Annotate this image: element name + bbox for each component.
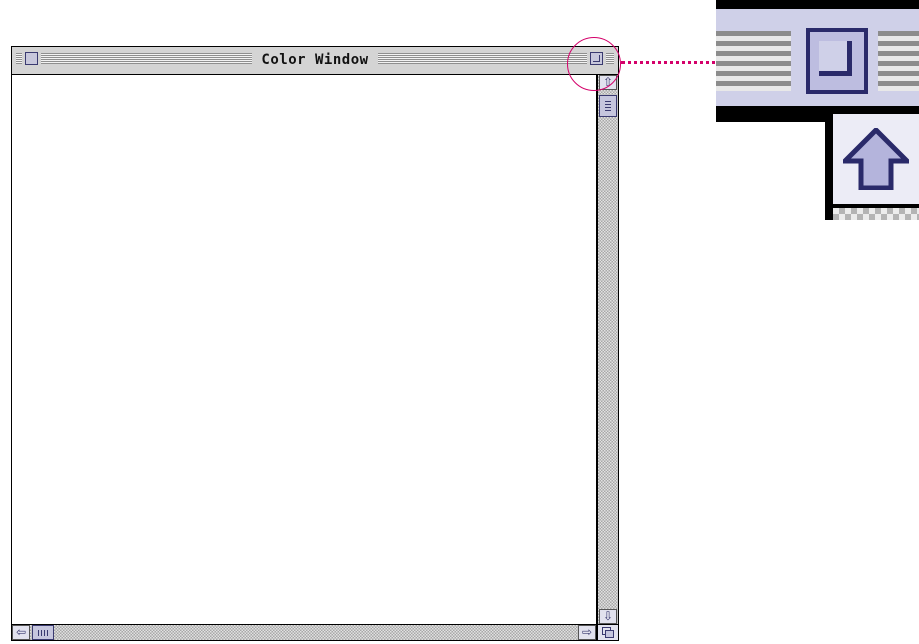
- magnified-scrollbar: [825, 106, 919, 220]
- size-box-icon[interactable]: [597, 625, 618, 640]
- magnified-title-bar-fill: [716, 9, 919, 106]
- magnified-stripes-right: [878, 31, 919, 91]
- arrow-left-icon[interactable]: ⇦: [12, 625, 30, 640]
- magnified-scroll-track: [833, 208, 919, 220]
- horizontal-scroll-thumb[interactable]: [32, 625, 54, 640]
- magnified-title-bar: [716, 0, 919, 122]
- color-window: Color Window ⇧ ⇩ ⇦ ⇨: [11, 46, 619, 641]
- window-title: Color Window: [252, 51, 378, 69]
- vertical-scroll-thumb[interactable]: [599, 95, 617, 117]
- arrow-right-icon[interactable]: ⇨: [578, 625, 596, 640]
- magnified-up-arrow-glyph: [843, 128, 909, 190]
- window-title-wrap: Color Window: [12, 50, 618, 70]
- horizontal-scrollbar[interactable]: ⇦ ⇨: [12, 625, 596, 640]
- title-bar[interactable]: Color Window: [12, 47, 618, 74]
- window-content-area[interactable]: [12, 75, 596, 624]
- magnified-stripes-left: [716, 31, 791, 91]
- magnified-inset: [716, 0, 919, 220]
- magnified-arrow-up-icon: [833, 114, 919, 204]
- vertical-scrollbar[interactable]: ⇧ ⇩: [597, 75, 618, 624]
- zoom-box-highlight-circle: [567, 37, 621, 91]
- arrow-down-icon[interactable]: ⇩: [599, 609, 617, 624]
- magnified-zoom-box-icon: [806, 28, 868, 94]
